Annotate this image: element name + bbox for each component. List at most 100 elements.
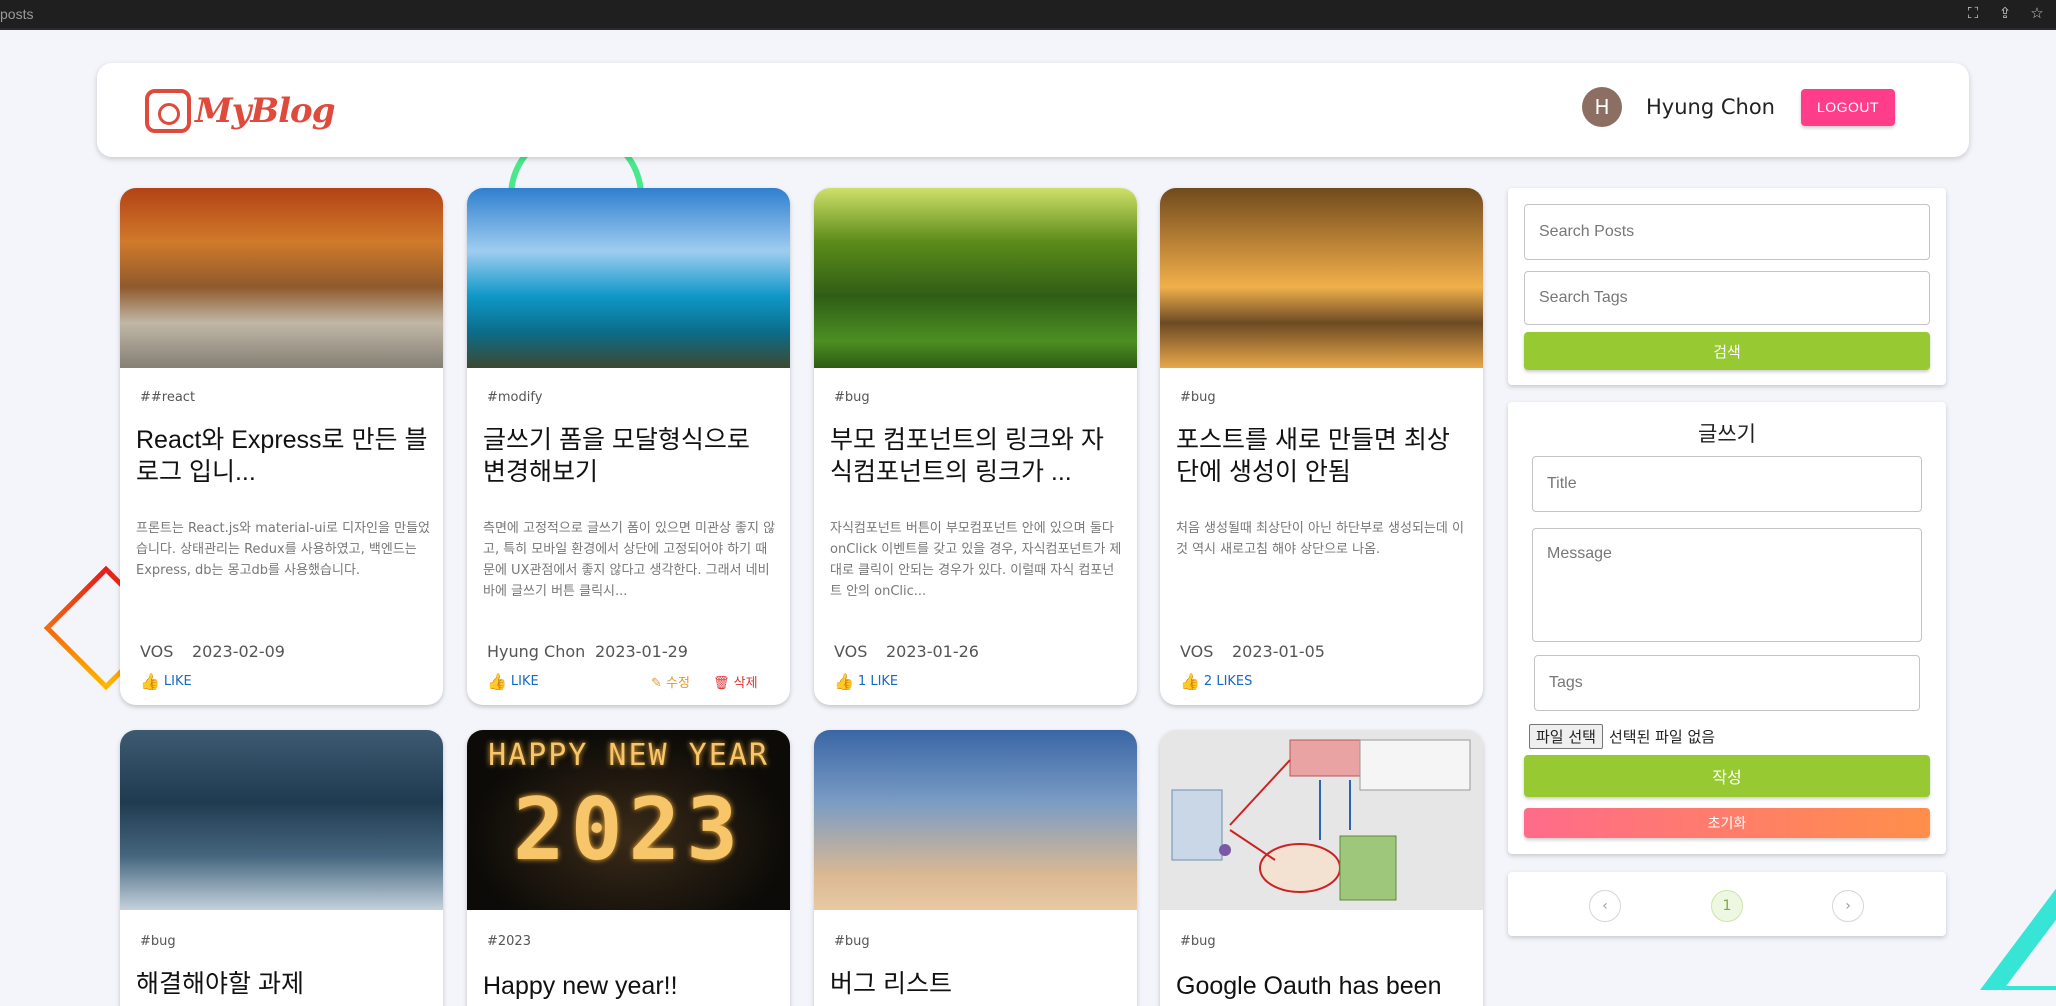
image-text-line-1: HAPPY NEW YEAR bbox=[488, 738, 769, 773]
post-title: 글쓰기 폼을 모달형식으로 변경해보기 bbox=[483, 426, 750, 486]
like-button[interactable]: 👍 1 LIKE bbox=[834, 672, 898, 691]
post-tag: #modify bbox=[487, 390, 543, 405]
post-card[interactable]: #bug 포스트를 새로 만들면 최상단에 생성이 안됨 처음 생성될때 최상단… bbox=[1160, 188, 1483, 705]
title-field[interactable] bbox=[1532, 456, 1922, 512]
prev-page-button[interactable]: ‹ bbox=[1589, 890, 1621, 922]
address-bar-url[interactable]: posts bbox=[0, 6, 33, 22]
message-input[interactable] bbox=[1533, 529, 1921, 641]
like-count: LIKE bbox=[163, 674, 192, 689]
post-image bbox=[814, 730, 1137, 910]
post-image bbox=[467, 188, 790, 368]
app-header: MyBlog H Hyung Chon LOGOUT bbox=[97, 63, 1969, 157]
post-tag: #bug bbox=[1180, 934, 1216, 949]
like-count: 1 LIKE bbox=[857, 674, 899, 689]
post-title: Happy new year!! bbox=[483, 972, 678, 1000]
like-count: LIKE bbox=[510, 674, 539, 689]
post-title: React와 Express로 만든 블로그 입니... bbox=[136, 426, 428, 486]
thumb-up-icon: 👍 bbox=[140, 672, 160, 691]
user-area: H Hyung Chon LOGOUT bbox=[1582, 87, 1895, 127]
post-image bbox=[1160, 730, 1483, 910]
file-upload-row: 파일 선택 선택된 파일 없음 bbox=[1529, 724, 1715, 749]
post-title: 포스트를 새로 만들면 최상단에 생성이 안됨 bbox=[1176, 426, 1450, 486]
post-card[interactable]: #bug Google Oauth has been bbox=[1160, 730, 1483, 1006]
tags-input[interactable] bbox=[1535, 656, 1919, 710]
user-name: Hyung Chon bbox=[1646, 95, 1775, 119]
search-posts-input[interactable] bbox=[1525, 205, 1929, 259]
post-message: 자식컴포넌트 버튼이 부모컴포넌트 안에 있으며 둘다 onClick 이벤트를… bbox=[830, 521, 1122, 599]
logo-text: MyBlog bbox=[195, 91, 335, 131]
pagination-panel: ‹ 1 › bbox=[1508, 872, 1946, 936]
post-tag: #2023 bbox=[487, 934, 531, 949]
search-tags-field[interactable] bbox=[1524, 271, 1930, 325]
post-image: HAPPY NEW YEAR 2023 bbox=[467, 730, 790, 910]
post-author: VOS bbox=[140, 642, 174, 661]
submit-button[interactable]: 작성 bbox=[1524, 755, 1930, 797]
search-button[interactable]: 검색 bbox=[1524, 332, 1930, 370]
title-input[interactable] bbox=[1533, 457, 1921, 511]
post-tag: #bug bbox=[1180, 390, 1216, 405]
post-tag: ##react bbox=[140, 390, 196, 405]
post-card[interactable]: HAPPY NEW YEAR 2023 #2023 Happy new year… bbox=[467, 730, 790, 1006]
thumb-up-icon: 👍 bbox=[1180, 672, 1200, 691]
post-card[interactable]: #bug 해결해야할 과제 bbox=[120, 730, 443, 1006]
search-tags-input[interactable] bbox=[1525, 272, 1929, 324]
post-image bbox=[1160, 188, 1483, 368]
browser-toolbar: posts ⛶ ⇪ ☆ bbox=[0, 0, 2056, 30]
post-date: 2023-02-09 bbox=[192, 642, 285, 661]
write-form-panel: 글쓰기 파일 선택 선택된 파일 없음 작성 초기화 bbox=[1508, 402, 1946, 854]
trash-icon: 🗑 bbox=[713, 676, 730, 691]
thumb-up-icon: 👍 bbox=[834, 672, 854, 691]
post-date: 2023-01-26 bbox=[886, 642, 979, 661]
post-date: 2023-01-29 bbox=[595, 642, 688, 661]
avatar: H bbox=[1582, 87, 1623, 127]
post-message: 처음 생성될때 최상단이 아닌 하단부로 생성되는데 이것 역시 새로고침 해야… bbox=[1176, 521, 1464, 557]
message-field[interactable] bbox=[1532, 528, 1922, 642]
camera-icon bbox=[145, 89, 191, 133]
file-status: 선택된 파일 없음 bbox=[1608, 728, 1716, 746]
delete-label: 삭제 bbox=[733, 676, 758, 691]
post-title: 해결해야할 과제 bbox=[136, 970, 304, 998]
pencil-icon: ✎ bbox=[651, 676, 662, 691]
post-image bbox=[120, 188, 443, 368]
post-message: 측면에 고정적으로 글쓰기 폼이 있으면 미관상 좋지 않고, 특히 모바일 환… bbox=[483, 521, 776, 599]
post-image bbox=[814, 188, 1137, 368]
search-panel: 검색 bbox=[1508, 188, 1946, 385]
reset-button[interactable]: 초기화 bbox=[1524, 808, 1930, 838]
diagram-illustration bbox=[1171, 739, 1471, 901]
edit-label: 수정 bbox=[666, 676, 690, 691]
form-heading: 글쓰기 bbox=[1698, 422, 1756, 446]
tags-field[interactable] bbox=[1534, 655, 1920, 711]
star-icon[interactable]: ☆ bbox=[2028, 4, 2046, 22]
post-image bbox=[120, 730, 443, 910]
search-posts-field[interactable] bbox=[1524, 204, 1930, 260]
post-tag: #bug bbox=[834, 390, 870, 405]
post-message: 프론트는 React.js와 material-ui로 디자인을 만들었습니다.… bbox=[136, 521, 430, 578]
edit-button[interactable]: ✎ 수정 bbox=[651, 672, 690, 691]
logout-button[interactable]: LOGOUT bbox=[1801, 88, 1895, 126]
post-author: Hyung Chon bbox=[487, 642, 586, 661]
post-card[interactable]: ##react React와 Express로 만든 블로그 입니... 프론트… bbox=[120, 188, 443, 705]
post-card[interactable]: #bug 버그 리스트 bbox=[814, 730, 1137, 1006]
decorative-triangle-cutout bbox=[2006, 912, 2056, 986]
translate-icon[interactable]: ⛶ bbox=[1964, 4, 1982, 22]
post-author: VOS bbox=[834, 642, 868, 661]
page-number-button[interactable]: 1 bbox=[1711, 890, 1743, 922]
brand-logo[interactable]: MyBlog bbox=[145, 89, 335, 133]
like-button[interactable]: 👍 2 LIKES bbox=[1180, 672, 1252, 691]
file-select-button[interactable]: 파일 선택 bbox=[1529, 724, 1603, 749]
post-author: VOS bbox=[1180, 642, 1214, 661]
post-title: 부모 컴포넌트의 링크와 자식컴포넌트의 링크가 ... bbox=[830, 426, 1104, 486]
like-button[interactable]: 👍 LIKE bbox=[487, 672, 539, 691]
next-page-button[interactable]: › bbox=[1832, 890, 1864, 922]
thumb-up-icon: 👍 bbox=[487, 672, 507, 691]
delete-button[interactable]: 🗑 삭제 bbox=[713, 672, 758, 691]
post-title: 버그 리스트 bbox=[830, 970, 952, 998]
like-count: 2 LIKES bbox=[1203, 674, 1253, 689]
post-title: Google Oauth has been bbox=[1176, 972, 1442, 1000]
post-card[interactable]: #modify 글쓰기 폼을 모달형식으로 변경해보기 측면에 고정적으로 글쓰… bbox=[467, 188, 790, 705]
like-button[interactable]: 👍 LIKE bbox=[140, 672, 192, 691]
post-tag: #bug bbox=[834, 934, 870, 949]
post-card[interactable]: #bug 부모 컴포넌트의 링크와 자식컴포넌트의 링크가 ... 자식컴포넌트… bbox=[814, 188, 1137, 705]
share-icon[interactable]: ⇪ bbox=[1996, 4, 2014, 22]
image-text-line-2: 2023 bbox=[512, 780, 745, 880]
